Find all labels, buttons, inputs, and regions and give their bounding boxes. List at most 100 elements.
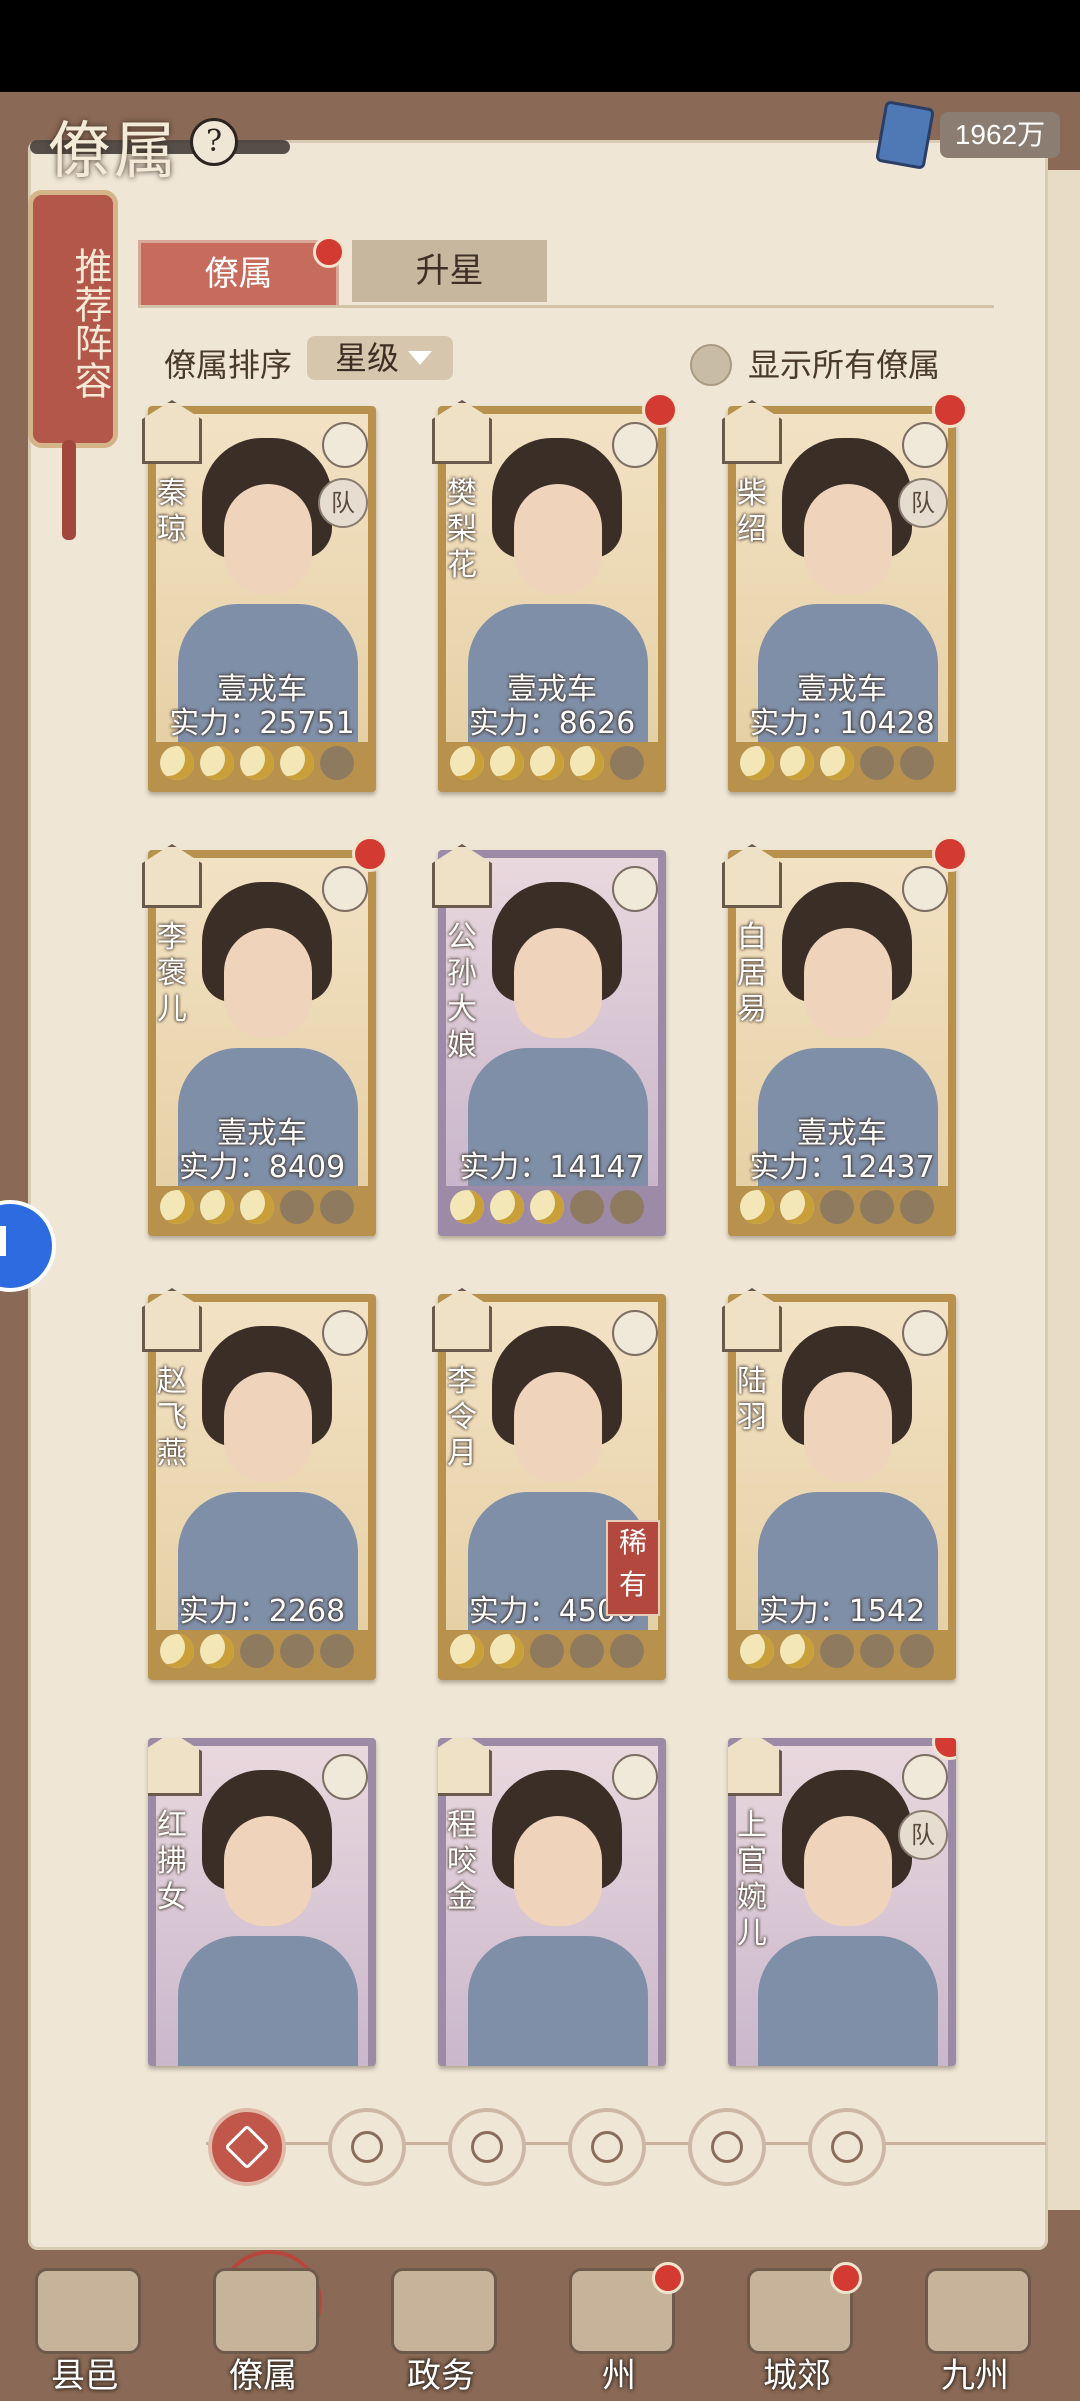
nav-label: 政务 <box>407 2356 475 2396</box>
skill-type-icon <box>612 1754 658 1800</box>
faction-horse-icon <box>711 2131 743 2163</box>
retainer-card[interactable]: 柴绍 壹戎车 实力：10428 队 <box>722 392 968 792</box>
faction-badge-icon <box>142 844 202 908</box>
moon-star-icon <box>740 1190 774 1224</box>
faction-badge-icon <box>432 1288 492 1352</box>
portrait-robe <box>468 1936 648 2066</box>
retainer-card[interactable]: 赵飞燕 实力：2268 <box>142 1288 376 1680</box>
skill-type-icon <box>322 866 368 912</box>
moon-star-icon <box>530 746 564 780</box>
retainer-card[interactable]: 红拂女 <box>148 1738 376 2066</box>
skill-type-icon <box>612 422 658 468</box>
tab-star-up[interactable]: 升星 <box>352 240 547 302</box>
star-row <box>446 1634 662 1674</box>
faction-badge-icon <box>722 844 782 908</box>
moon-star-icon <box>280 746 314 780</box>
nav-item[interactable]: 州 <box>544 2262 694 2396</box>
portrait-face <box>224 1372 312 1482</box>
empty-star-icon <box>570 1634 604 1668</box>
moon-star-icon <box>530 1190 564 1224</box>
help-button[interactable]: ? <box>190 118 238 166</box>
nav-label: 僚属 <box>229 2356 297 2396</box>
retainer-power: 实力：10428 <box>749 706 935 741</box>
retainer-card[interactable]: 程咬金 <box>438 1738 666 2066</box>
portrait-face <box>514 928 602 1038</box>
page-title: 僚属 <box>48 114 181 187</box>
faction-badge-icon <box>728 1738 782 1796</box>
empty-star-icon <box>900 1190 934 1224</box>
empty-star-icon <box>570 1190 604 1224</box>
portrait-robe <box>758 1936 938 2066</box>
star-row <box>736 1634 952 1674</box>
nav-item[interactable]: 城郊 <box>722 2262 872 2396</box>
retainer-name: 赵飞燕 <box>157 1364 187 1471</box>
empty-star-icon <box>820 1190 854 1224</box>
retainer-card[interactable]: 李令月 实力：4506 稀有 <box>432 1288 666 1680</box>
rarity-badge: 稀有 <box>606 1520 660 1616</box>
moon-star-icon <box>450 1190 484 1224</box>
retainer-power: 实力：25751 <box>169 706 355 741</box>
moon-star-icon <box>490 1634 524 1668</box>
filter-faction-tower[interactable] <box>328 2108 406 2186</box>
retainer-card[interactable]: 陆羽 实力：1542 <box>722 1288 956 1680</box>
skill-type-icon <box>612 866 658 912</box>
moon-star-icon <box>570 746 604 780</box>
skill-type-icon <box>322 1754 368 1800</box>
retainer-card[interactable]: 白居易 壹戎车 实力：12437 <box>722 836 968 1236</box>
filter-faction-horse[interactable] <box>688 2108 766 2186</box>
moon-star-icon <box>240 1190 274 1224</box>
empty-star-icon <box>900 1634 934 1668</box>
star-row <box>156 1634 372 1674</box>
portrait-face <box>224 928 312 1038</box>
skill-type-icon <box>902 422 948 468</box>
portrait-face <box>514 1816 602 1926</box>
faction-lotus-icon <box>831 2131 863 2163</box>
nav-label: 城郊 <box>763 2356 831 2396</box>
retainer-card[interactable]: 秦琼 壹戎车 实力：25751 队 <box>142 400 376 792</box>
retainer-name: 樊梨花 <box>447 476 477 583</box>
team-badge: 队 <box>898 1810 948 1860</box>
nav-item[interactable]: 县邑 <box>10 2264 160 2396</box>
notification-dot <box>830 2262 862 2294</box>
retainer-name: 秦琼 <box>157 476 187 547</box>
retainer-card[interactable]: 上官婉儿 队 <box>728 1738 956 2066</box>
star-row <box>446 746 662 786</box>
filter-all-diamond[interactable] <box>208 2108 286 2186</box>
retainer-card[interactable]: 公孙大娘 实力：14147 <box>432 844 666 1236</box>
nav-item[interactable]: 政务 <box>366 2264 516 2396</box>
retainer-card[interactable]: 樊梨花 壹戎车 实力：8626 <box>432 392 678 792</box>
nav-item[interactable]: 僚属 <box>188 2264 338 2396</box>
tab-divider <box>138 305 994 308</box>
show-all-toggle[interactable] <box>690 344 732 386</box>
notification-dot <box>352 836 388 872</box>
notification-dot <box>932 836 968 872</box>
retainer-card[interactable]: 李褒儿 壹戎车 实力：8409 <box>142 836 388 1236</box>
faction-tower-icon <box>351 2131 383 2163</box>
moon-star-icon <box>450 746 484 780</box>
portrait-face <box>514 1372 602 1482</box>
nav-label: 九州 <box>941 2356 1009 2396</box>
star-row <box>446 1190 662 1230</box>
moon-star-icon <box>160 1190 194 1224</box>
moon-star-icon <box>490 1190 524 1224</box>
skill-type-icon <box>322 422 368 468</box>
empty-star-icon <box>320 1190 354 1224</box>
moon-star-icon <box>200 1190 234 1224</box>
moon-star-icon <box>200 746 234 780</box>
moon-star-icon <box>780 1190 814 1224</box>
faction-badge-icon <box>722 400 782 464</box>
empty-star-icon <box>240 1634 274 1668</box>
nav-item[interactable]: 九州 <box>900 2264 1050 2396</box>
filter-faction-lotus[interactable] <box>808 2108 886 2186</box>
empty-star-icon <box>610 746 644 780</box>
filter-faction-fan[interactable] <box>568 2108 646 2186</box>
retainer-name: 程咬金 <box>447 1808 477 1915</box>
all-diamond-icon <box>224 2124 270 2170</box>
recommend-lineup-button[interactable]: 推荐阵容 <box>28 190 118 448</box>
tab-retainers[interactable]: 僚属 <box>138 240 339 308</box>
filter-faction-gourd[interactable] <box>448 2108 526 2186</box>
star-row <box>736 746 952 786</box>
nav-building-icon <box>35 2268 141 2354</box>
retainer-name: 白居易 <box>737 920 767 1027</box>
moon-star-icon <box>740 746 774 780</box>
